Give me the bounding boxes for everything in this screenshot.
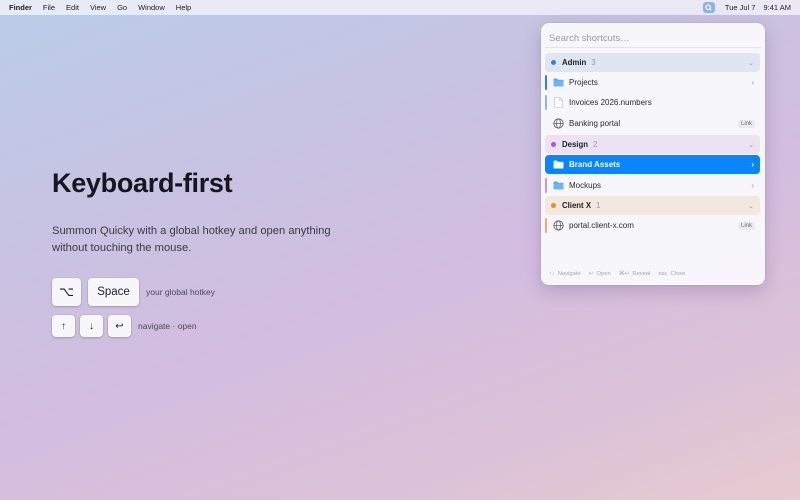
shortcut-label: Banking portal — [569, 119, 621, 128]
chevron-right-icon: › — [751, 181, 754, 190]
quicky-tray-icon[interactable] — [702, 2, 715, 13]
group-accent-bar — [545, 218, 547, 233]
menu-bar: Finder File Edit View Go Window Help Tue… — [0, 0, 800, 15]
shortcut-item-invoices[interactable]: Invoices 2026.numbers — [545, 93, 760, 112]
group-accent-bar — [545, 95, 547, 110]
group-count: 2 — [593, 140, 598, 149]
keyboard-hints-footer: ↑↓ Navigate ↩ Open ⌘↩ Reveal esc Close — [549, 268, 693, 280]
group-count: 1 — [596, 201, 601, 210]
arrow-up-key: ↑ — [52, 315, 75, 337]
menu-go[interactable]: Go — [117, 3, 127, 12]
shortcut-item-brand-assets[interactable]: Brand Assets › — [545, 155, 760, 174]
group-color-dot — [551, 60, 556, 65]
group-accent-bar — [545, 178, 547, 193]
hint-navigate: ↑↓ Navigate — [549, 271, 581, 277]
shortcut-label: Invoices 2026.numbers — [569, 98, 652, 107]
shortcut-label: portal.client-x.com — [569, 221, 634, 230]
group-header-admin[interactable]: Admin 3 ⌄ — [545, 53, 760, 72]
shortcut-launcher-panel: Admin 3 ⌄ Projects › Invoices 2026.numbe… — [541, 23, 765, 285]
globe-icon — [553, 220, 564, 231]
menu-window[interactable]: Window — [138, 3, 165, 12]
globe-icon — [553, 118, 564, 129]
group-name: Admin — [562, 58, 587, 67]
menu-edit[interactable]: Edit — [66, 3, 79, 12]
menu-view[interactable]: View — [90, 3, 106, 12]
hint-close: esc Close — [658, 271, 686, 277]
group-color-dot — [551, 203, 556, 208]
folder-icon — [553, 159, 564, 170]
folder-icon — [553, 77, 564, 88]
link-badge: Link — [737, 221, 755, 230]
shortcut-label: Brand Assets — [569, 160, 621, 169]
hero-title: Keyboard-first — [52, 168, 233, 198]
arrows-glyph: ↑↓ — [549, 271, 555, 277]
shortcut-item-mockups[interactable]: Mockups › — [545, 176, 760, 195]
shortcut-item-client-portal[interactable]: portal.client-x.com Link — [545, 216, 760, 235]
chevron-right-icon: › — [751, 78, 754, 87]
search-divider — [545, 47, 761, 48]
shortcut-label: Projects — [569, 78, 598, 87]
escape-glyph: esc — [658, 271, 668, 277]
hero-description: Summon Quicky with a global hotkey and o… — [52, 225, 331, 254]
space-key: Space — [88, 278, 139, 306]
group-name: Design — [562, 140, 588, 149]
group-header-client-x[interactable]: Client X 1 ⌄ — [545, 196, 760, 215]
collapse-chevron-icon[interactable]: ⌄ — [748, 141, 754, 149]
collapse-chevron-icon[interactable]: ⌄ — [748, 202, 754, 210]
group-header-design[interactable]: Design 2 ⌄ — [545, 135, 760, 154]
group-name: Client X — [562, 201, 592, 210]
return-key: ↩ — [108, 315, 131, 337]
collapse-chevron-icon[interactable]: ⌄ — [748, 59, 754, 67]
group-color-dot — [551, 142, 556, 147]
menu-file[interactable]: File — [43, 3, 55, 12]
command-return-glyph: ⌘↩ — [618, 271, 630, 277]
menu-app-name[interactable]: Finder — [9, 3, 32, 12]
option-key: ⌥ — [52, 278, 81, 306]
menu-help[interactable]: Help — [176, 3, 191, 12]
arrow-down-key: ↓ — [80, 315, 103, 337]
shortcut-item-projects[interactable]: Projects › — [545, 73, 760, 92]
menu-bar-time[interactable]: 9:41 AM — [763, 3, 791, 12]
search-input[interactable] — [549, 29, 757, 47]
navigation-caption: navigate · open — [138, 321, 197, 331]
folder-icon — [553, 180, 564, 191]
menu-bar-status-area: Tue Jul 7 9:41 AM — [702, 0, 791, 15]
hotkey-caption: your global hotkey — [146, 287, 215, 297]
group-accent-bar — [545, 75, 547, 90]
hint-open: ↩ Open — [588, 271, 611, 277]
shortcut-item-banking-portal[interactable]: Banking portal Link — [545, 114, 760, 133]
document-icon — [553, 97, 564, 108]
menu-bar-date[interactable]: Tue Jul 7 — [725, 3, 756, 12]
return-glyph: ↩ — [588, 271, 594, 277]
shortcut-label: Mockups — [569, 181, 602, 190]
chevron-right-icon: › — [751, 160, 754, 169]
hint-reveal: ⌘↩ Reveal — [618, 271, 651, 277]
group-count: 3 — [591, 58, 596, 67]
link-badge: Link — [737, 119, 755, 128]
